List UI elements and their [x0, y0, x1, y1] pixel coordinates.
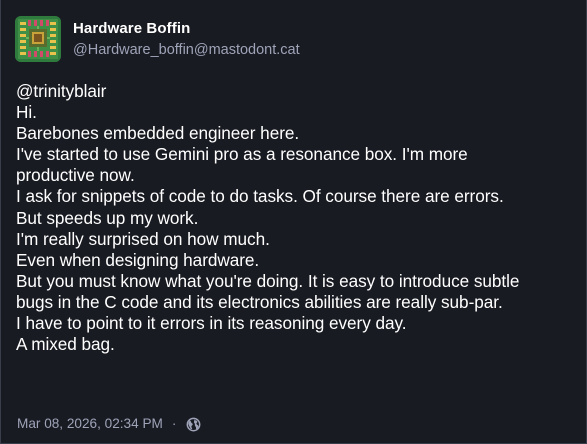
author-handle[interactable]: @Hardware_boffin@mastodont.cat [73, 40, 300, 60]
footer-separator: · [171, 416, 177, 431]
circuit-board-avatar-icon[interactable] [15, 16, 61, 62]
mention-link[interactable]: @trinityblair [16, 81, 581, 102]
post-line: I have to point to it errors in its reas… [16, 313, 407, 334]
post-card: Hardware Boffin @Hardware_boffin@mastodo… [0, 0, 587, 444]
post-header: Hardware Boffin @Hardware_boffin@mastodo… [15, 16, 300, 62]
post-content: @trinityblair Hi. Barebones embedded eng… [16, 81, 581, 355]
post-footer: Mar 08, 2026, 02:34 PM · [17, 415, 201, 433]
globe-icon [186, 417, 201, 432]
post-line: bugs in the C code and its electronics a… [16, 291, 503, 312]
post-line: I'm really surprised on how much. [16, 228, 270, 249]
post-line: I've started to use Gemini pro as a reso… [16, 144, 468, 165]
post-line: productive now. [16, 165, 135, 186]
post-timestamp[interactable]: Mar 08, 2026, 02:34 PM [17, 415, 163, 433]
post-line: Hi. [16, 102, 37, 123]
post-line: Barebones embedded engineer here. [16, 123, 300, 144]
author-names: Hardware Boffin @Hardware_boffin@mastodo… [73, 19, 300, 60]
post-line: Even when designing hardware. [16, 249, 260, 270]
author-display-name[interactable]: Hardware Boffin [73, 19, 300, 38]
post-line: I ask for snippets of code to do tasks. … [16, 186, 504, 207]
post-line: But speeds up my work. [16, 207, 199, 228]
post-line: But you must know what you're doing. It … [16, 270, 520, 291]
post-line: A mixed bag. [16, 334, 115, 355]
